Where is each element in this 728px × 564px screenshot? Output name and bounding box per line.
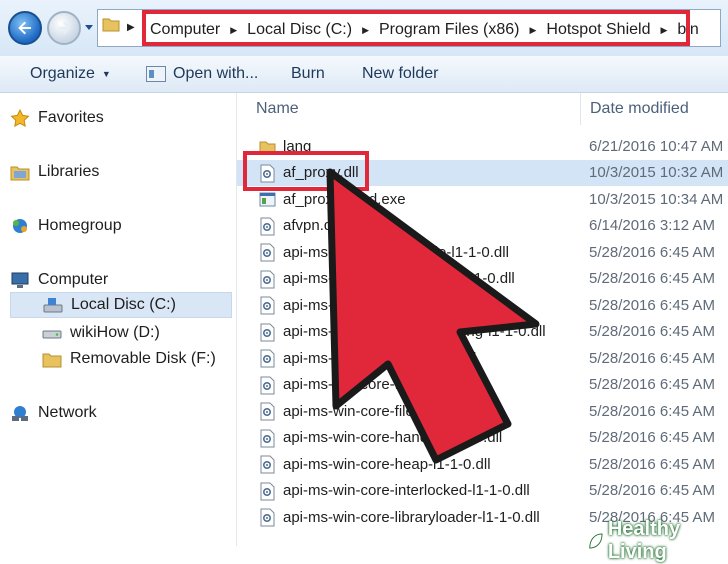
column-header-date-modified[interactable]: Date modified: [590, 93, 689, 125]
file-date-modified: 10/3/2015 10:32 AM: [589, 164, 724, 182]
recent-pages-dropdown-icon[interactable]: [84, 22, 94, 32]
dll-file-icon: [260, 296, 275, 315]
sidebar-label: Favorites: [38, 109, 104, 126]
file-date-modified: 5/28/2016 6:45 AM: [589, 402, 715, 420]
chevron-down-icon: ▼: [101, 69, 111, 79]
burn-button[interactable]: Burn: [291, 63, 325, 85]
dll-file-icon: [260, 243, 275, 262]
file-name: api-ms-win-core-libraryloader-l1-1-0.dll: [283, 508, 540, 526]
back-button[interactable]: [8, 11, 42, 45]
column-header-label: Date modified: [590, 100, 689, 117]
network-icon: [12, 406, 28, 421]
sidebar-item-homegroup[interactable]: Homegroup: [10, 213, 232, 239]
column-header-label: Name: [256, 100, 299, 117]
file-date-modified: 5/28/2016 6:45 AM: [589, 270, 715, 288]
dll-file-icon: [260, 270, 275, 288]
homegroup-icon: [13, 219, 27, 233]
file-date-modified: 5/28/2016 6:45 AM: [589, 376, 715, 394]
folder-icon: [102, 18, 120, 32]
libraries-icon: [10, 166, 30, 181]
file-date-modified: 5/28/2016 6:45 AM: [589, 349, 715, 367]
sidebar-label: Computer: [38, 271, 109, 288]
file-row[interactable]: api-ms-win-core-interlocked-l1-1-0.dll 5/…: [237, 478, 728, 505]
computer-icon: [11, 272, 29, 288]
forward-button[interactable]: [47, 11, 81, 45]
new-folder-button[interactable]: New folder: [362, 63, 438, 85]
file-date-modified: 5/28/2016 6:45 AM: [589, 243, 715, 261]
dll-file-icon: [260, 217, 275, 235]
sidebar-item-local-disc[interactable]: Local Disc (C:): [10, 292, 232, 318]
sidebar-item-removable-disk[interactable]: Removable Disk (F:): [10, 346, 232, 372]
sidebar-label: Local Disc (C:): [71, 296, 176, 313]
pointer-arrow-icon: [326, 168, 540, 464]
file-date-modified: 5/28/2016 6:45 AM: [589, 455, 715, 473]
file-date-modified: 5/28/2016 6:45 AM: [589, 482, 715, 500]
dll-file-icon: [260, 402, 275, 421]
drive-icon: [42, 330, 62, 339]
watermark: Healthy Living: [588, 518, 728, 564]
file-date-modified: 5/28/2016 6:45 AM: [589, 323, 715, 341]
file-date-modified: 6/21/2016 10:47 AM: [589, 137, 724, 155]
dll-file-icon: [260, 376, 275, 394]
sidebar-item-wikihow[interactable]: wikiHow (D:): [10, 320, 232, 346]
file-date-modified: 5/28/2016 6:45 AM: [589, 296, 715, 314]
dll-file-icon: [260, 323, 275, 341]
arrow-right-icon: [58, 21, 71, 35]
new-folder-label: New folder: [362, 65, 439, 82]
sidebar-label: Removable Disk (F:): [70, 350, 216, 367]
dll-file-icon: [260, 482, 275, 500]
sidebar-label: wikiHow (D:): [70, 324, 160, 341]
star-icon: [10, 109, 30, 127]
dll-file-icon: [260, 455, 275, 474]
watermark-text: Healthy Living: [607, 518, 681, 563]
open-with-button[interactable]: Open with...: [146, 63, 258, 85]
dll-file-icon: [260, 508, 275, 527]
file-date-modified: 10/3/2015 10:34 AM: [589, 190, 724, 208]
removable-disk-icon: [42, 353, 62, 368]
application-icon: [146, 66, 166, 82]
organize-label: Organize: [30, 65, 95, 82]
executable-icon: [259, 192, 276, 207]
open-with-label: Open with...: [173, 65, 259, 82]
column-divider[interactable]: [580, 93, 581, 125]
file-date-modified: 5/28/2016 6:45 AM: [589, 429, 715, 447]
sidebar-item-libraries[interactable]: Libraries: [10, 159, 232, 185]
sidebar-label: Network: [38, 404, 97, 421]
burn-label: Burn: [291, 65, 325, 82]
file-date-modified: 6/14/2016 3:12 AM: [589, 217, 715, 235]
sidebar-label: Libraries: [38, 163, 100, 180]
dll-file-icon: [260, 429, 275, 447]
sidebar-item-computer[interactable]: Computer: [10, 267, 232, 293]
breadcrumb-chevron-icon[interactable]: ▶: [127, 22, 135, 33]
sidebar-label: Homegroup: [38, 217, 122, 234]
sidebar-item-network[interactable]: Network: [10, 400, 232, 426]
file-name: api-ms-win-core-interlocked-l1-1-0.dll: [283, 482, 530, 500]
leaf-logo-icon: [589, 533, 603, 549]
sidebar-item-favorites[interactable]: Favorites: [10, 105, 232, 131]
breadcrumb-highlight-box: [142, 10, 690, 46]
organize-button[interactable]: Organize ▼: [30, 63, 111, 85]
dll-file-icon: [260, 349, 275, 368]
column-header-name[interactable]: Name: [256, 93, 299, 125]
arrow-left-icon: [18, 21, 31, 35]
drive-icon: [43, 298, 63, 313]
